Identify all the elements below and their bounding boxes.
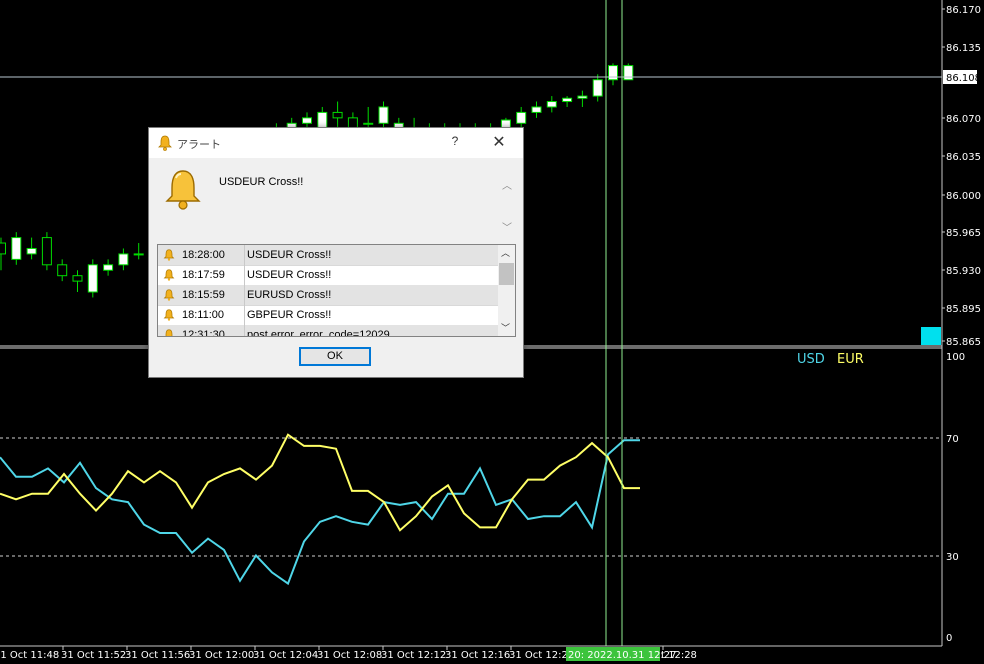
candle-body [546, 101, 557, 108]
column-divider [244, 305, 245, 325]
candle-body [577, 95, 588, 99]
alert-text: post error, error_code=12029 [247, 329, 390, 337]
candle-body [87, 264, 98, 293]
price-tick-label: 86.035 [946, 152, 981, 163]
candle-body [302, 117, 312, 124]
candle-body [133, 253, 144, 256]
candle-body [57, 264, 68, 277]
bell-icon [165, 329, 173, 336]
legend-eur: EUR [837, 352, 864, 367]
alert-text: USDEUR Cross!! [247, 269, 332, 281]
candle-body [562, 97, 573, 103]
time-tick-label: 31 Oct 11:48 [0, 650, 59, 661]
indicator-tick-label: 70 [946, 434, 959, 445]
alert-time: 18:28:00 [182, 249, 225, 261]
cyan-marker [921, 327, 941, 345]
list-item[interactable]: 18:15:59 EURUSD Cross!! [158, 285, 498, 306]
price-axis: 86.170 86.135 86.070 86.035 86.000 85.965 85.9… [942, 5, 981, 348]
bell-icon [163, 309, 175, 321]
legend-usd: USD [797, 352, 825, 367]
message-scrollbar[interactable]: ︿ ﹀ [500, 175, 514, 235]
candle-body [531, 106, 542, 113]
price-tick-label: 86.170 [946, 5, 981, 16]
candle-body [378, 106, 389, 124]
ok-button[interactable]: OK [299, 347, 371, 366]
candle-body [118, 253, 129, 266]
time-tick-label: 31 Oct 11:56 [125, 650, 190, 661]
candle-body [72, 275, 83, 282]
list-item[interactable]: 18:28:00 USDEUR Cross!! [158, 245, 498, 266]
time-tick-label: 31 Oct 12:04 [253, 650, 318, 661]
candle-body [516, 111, 527, 124]
bell-icon [165, 170, 201, 210]
alert-text: EURUSD Cross!! [247, 289, 332, 301]
indicator-tick-label: 30 [946, 552, 959, 563]
price-tick-label: 86.070 [946, 114, 981, 125]
scroll-down-icon[interactable]: ﹀ [501, 321, 510, 334]
candle-body [11, 237, 22, 260]
time-tick-label: 31 Oct 12:16 [445, 650, 510, 661]
time-tick-label: 31 Oct 12:20 [509, 650, 574, 661]
alert-dialog[interactable]: アラート ? ✕ USDEUR Cross!! ︿ ﹀ 18:28:00 USD… [148, 127, 524, 378]
price-tick-label: 86.000 [946, 191, 981, 202]
time-tick-label: 31 Oct 12:12 [381, 650, 446, 661]
indicator-axis: 100 70 30 0 [946, 352, 965, 644]
dialog-title: アラート [177, 139, 221, 151]
alert-history-list[interactable]: 18:28:00 USDEUR Cross!! 18:17:59 USDEUR … [157, 244, 516, 337]
column-divider [244, 285, 245, 305]
candle-body [41, 237, 52, 266]
alert-time: 18:15:59 [182, 289, 225, 301]
time-tick-label: 31 Oct 12:08 [317, 650, 382, 661]
cursor-time-label: 20: 2022.10.31 12:27 [568, 650, 677, 661]
alert-text: USDEUR Cross!! [247, 249, 332, 261]
column-divider [244, 325, 245, 336]
alert-time: 18:17:59 [182, 269, 225, 281]
alert-text: GBPEUR Cross!! [247, 309, 332, 321]
scroll-down-icon[interactable]: ﹀ [502, 219, 512, 234]
time-tick-label: 31 Oct 11:52 [61, 650, 126, 661]
alert-message: USDEUR Cross!! [219, 176, 304, 188]
list-item[interactable]: 18:11:00 GBPEUR Cross!! [158, 305, 498, 326]
bell-icon [163, 249, 175, 261]
candle-body [103, 264, 114, 271]
price-tick-label: 86.135 [946, 43, 981, 54]
bell-icon [158, 135, 172, 151]
candle-body [332, 111, 343, 119]
list-item[interactable]: 12:31:30 post error, error_code=12029 [158, 325, 498, 337]
candle-body [608, 65, 618, 81]
list-scrollbar[interactable]: ︿ ﹀ [498, 245, 515, 336]
help-button[interactable]: ? [445, 134, 465, 152]
candle-body [26, 247, 37, 255]
scroll-up-icon[interactable]: ︿ [502, 177, 512, 192]
candle-body [363, 122, 374, 125]
close-button[interactable]: ✕ [487, 132, 511, 154]
current-price-label: 86.108 [946, 73, 981, 84]
list-item[interactable]: 18:17:59 USDEUR Cross!! [158, 265, 498, 286]
column-divider [244, 265, 245, 285]
alert-time: 18:11:00 [182, 309, 225, 321]
price-tick-label: 85.930 [946, 266, 981, 277]
candle-body [592, 79, 603, 97]
alert-time: 12:31:30 [182, 329, 225, 337]
dialog-titlebar[interactable]: アラート ? ✕ [149, 128, 523, 158]
price-tick-label: 85.965 [946, 228, 981, 239]
column-divider [244, 245, 245, 265]
scrollbar-thumb[interactable] [499, 263, 514, 285]
indicator-tick-label: 0 [946, 633, 952, 644]
time-tick-label: 31 Oct 12:00 [189, 650, 254, 661]
bell-icon [163, 269, 175, 281]
scroll-up-icon[interactable]: ︿ [501, 246, 510, 259]
price-tick-label: 85.895 [946, 304, 981, 315]
candle-body [623, 65, 634, 81]
bell-icon [163, 289, 175, 301]
candle-body [0, 242, 6, 255]
price-tick-label: 85.865 [946, 337, 981, 348]
indicator-tick-label: 100 [946, 352, 965, 363]
